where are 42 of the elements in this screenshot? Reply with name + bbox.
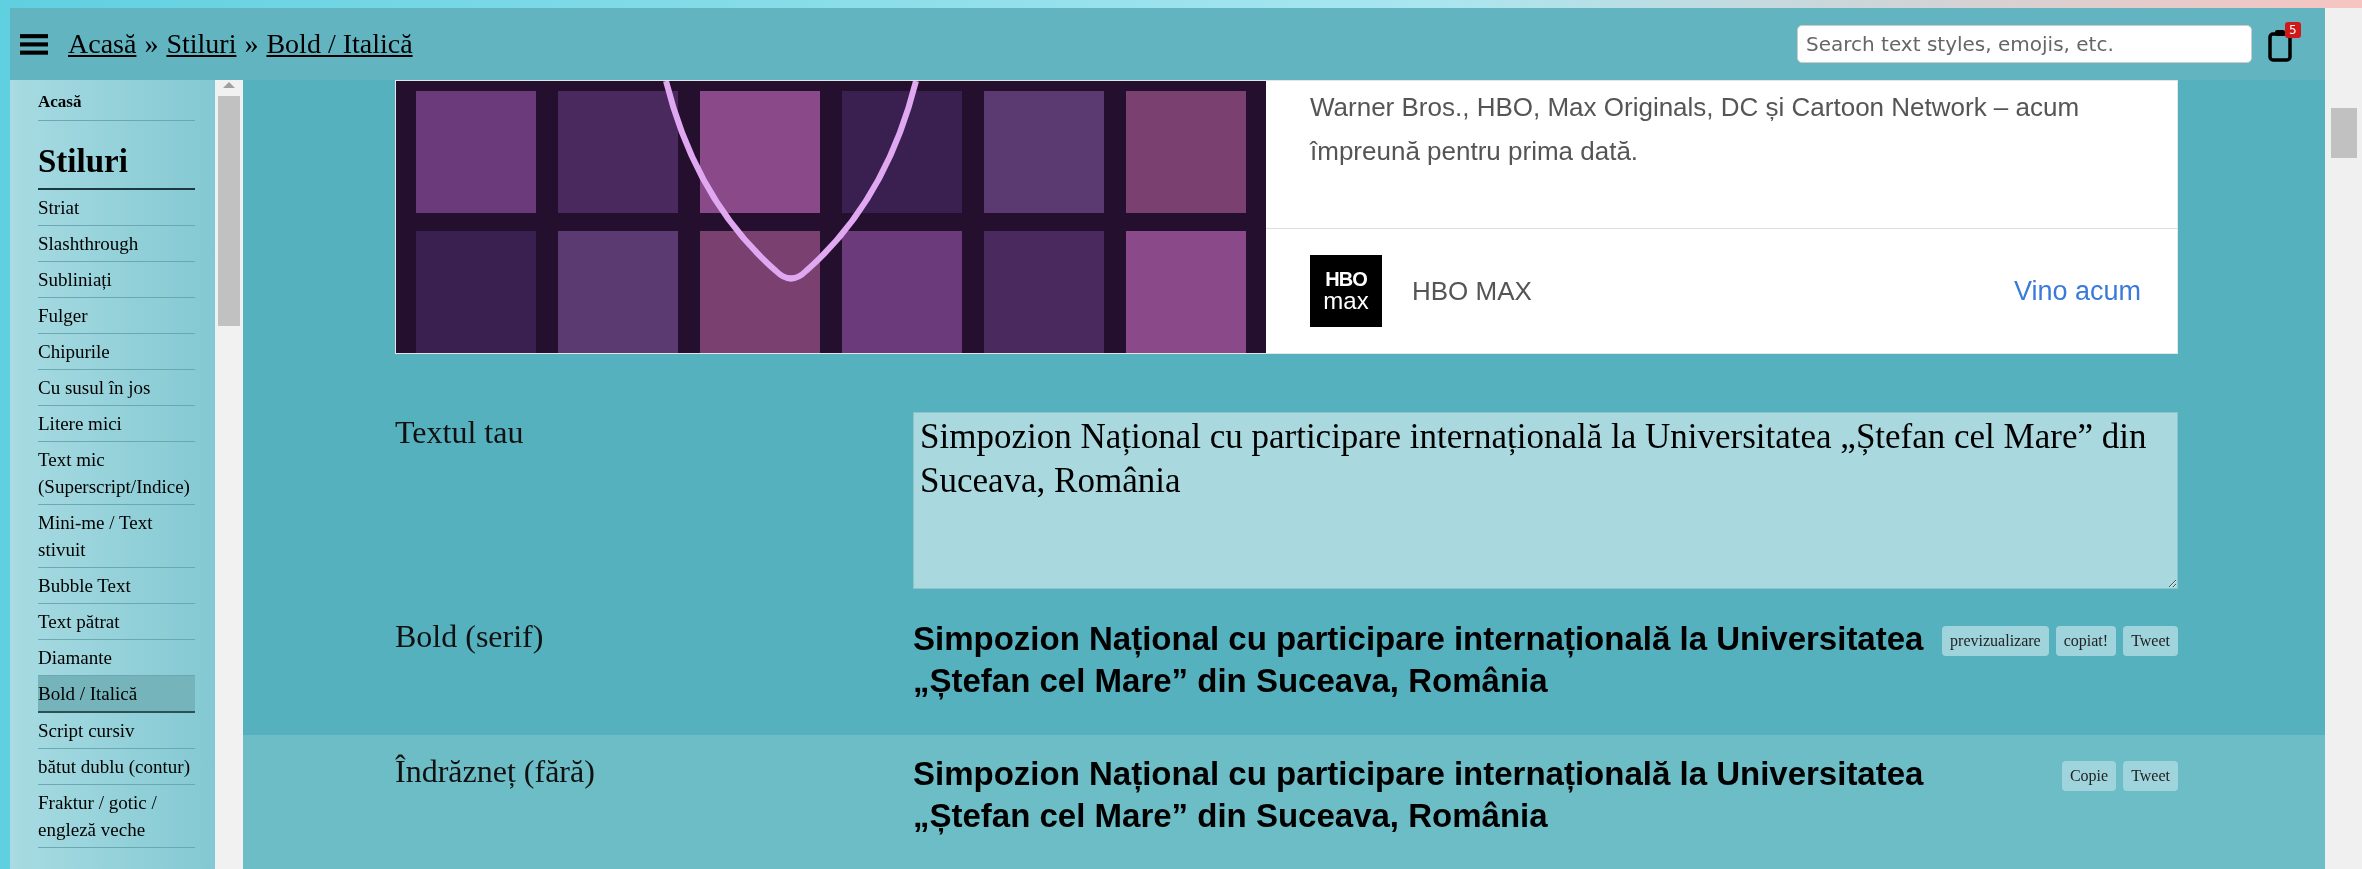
sidebar-item[interactable]: Slashthrough: [38, 226, 195, 262]
sidebar-heading: Stiluri: [38, 121, 195, 190]
breadcrumb-separator: »: [244, 28, 259, 60]
action-button[interactable]: copiat!: [2055, 626, 2117, 656]
breadcrumb-link[interactable]: Bold / Italică: [266, 28, 413, 60]
sidebar-item[interactable]: Bold / Italică: [38, 676, 195, 713]
brand-name: HBO MAX: [1412, 275, 1532, 307]
sidebar-item[interactable]: Mini-me / Text stivuit: [38, 505, 195, 568]
action-button[interactable]: previzualizare: [1942, 626, 2049, 656]
breadcrumb-separator: »: [144, 28, 159, 60]
sidebar-item[interactable]: Chipurile: [38, 334, 195, 370]
sidebar-item[interactable]: Fraktur / gotic / engleză veche: [38, 785, 195, 848]
brand-logo: HBO max: [1310, 255, 1382, 327]
breadcrumb-link[interactable]: Stiluri: [166, 28, 237, 60]
sidebar-item[interactable]: Text mic (Superscript/Indice): [38, 442, 195, 505]
breadcrumb-link[interactable]: Acasă: [68, 28, 137, 60]
action-button[interactable]: Tweet: [2123, 761, 2178, 791]
row-label: Textul tau: [395, 413, 525, 452]
cta-link[interactable]: Vino acum: [2013, 275, 2141, 307]
sidebar-home-link[interactable]: Acasă: [38, 88, 195, 121]
sidebar-item[interactable]: Text pătrat: [38, 604, 195, 640]
sidebar-item[interactable]: Cu susul în jos: [38, 370, 195, 406]
action-button[interactable]: Tweet: [2123, 626, 2178, 656]
sidebar-item[interactable]: Bubble Text: [38, 568, 195, 604]
styled-text: Simpozion Național cu participare internațională la Universitatea „Ștefan cel Mare” din Suceava, România: [913, 619, 1925, 702]
menu-icon[interactable]: [20, 32, 48, 56]
styled-text: Simpozion Național cu participare internațională la Universitatea „Ștefan cel Mare” din Suceava, România: [913, 754, 1925, 837]
text-input[interactable]: Simpozion Național cu participare internațională la Universitatea „Ștefan cel Mare” din Suceava, România: [913, 412, 2178, 589]
search-field[interactable]: Search text styles, emojis, etc.: [1797, 25, 2252, 63]
row-label: Bold (serif): [395, 618, 545, 656]
sidebar-item[interactable]: Script cursiv: [38, 713, 195, 749]
sidebar-item[interactable]: Litere mici: [38, 406, 195, 442]
ad-text: Warner Bros., HBO, Max Originals, DC și Cartoon Network – acum împreună pentru prima dată.: [1266, 81, 2177, 229]
sidebar-scrollbar[interactable]: [215, 80, 243, 869]
sidebar-item[interactable]: bătut dublu (contur): [38, 749, 195, 785]
action-button[interactable]: Copie: [2061, 761, 2117, 791]
sidebar-item[interactable]: Striat: [38, 190, 195, 226]
count-badge: 5: [2285, 22, 2301, 38]
sidebar-item[interactable]: Subliniați: [38, 262, 195, 298]
page-scrollbar[interactable]: [2325, 8, 2362, 869]
sidebar-item[interactable]: Fulger: [38, 298, 195, 334]
row-label: Îndrăzneț (fără): [395, 753, 596, 791]
